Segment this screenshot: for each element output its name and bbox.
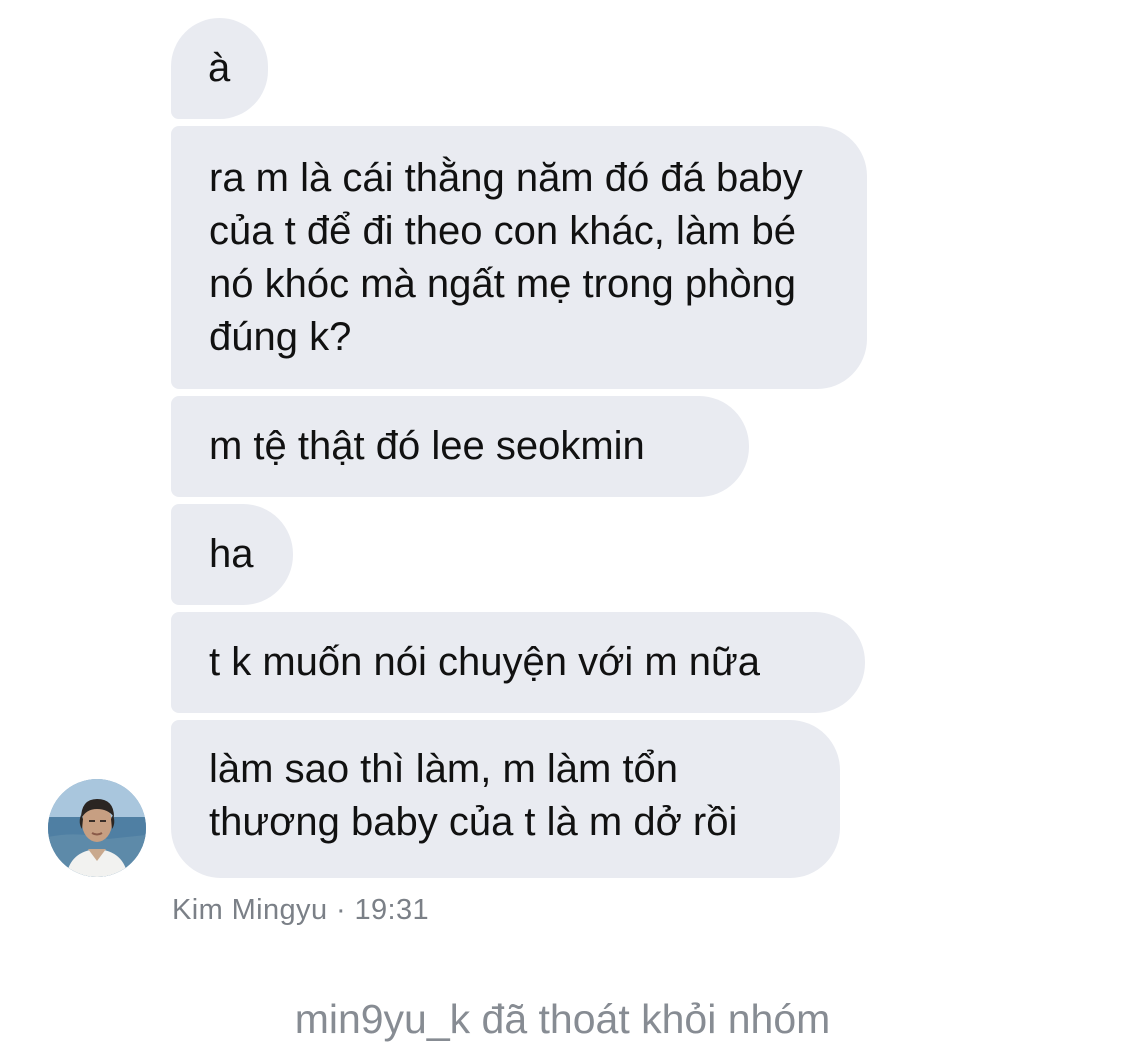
- message-text: t k muốn nói chuyện với m nữa: [209, 640, 761, 684]
- message-bubble[interactable]: à: [171, 18, 268, 119]
- profile-photo-icon: [48, 779, 146, 877]
- message-bubble[interactable]: làm sao thì làm, m làm tổn thương baby c…: [171, 720, 840, 878]
- message-bubble[interactable]: m tệ thật đó lee seokmin: [171, 396, 749, 497]
- message-bubble[interactable]: t k muốn nói chuyện với m nữa: [171, 612, 865, 713]
- message-bubble[interactable]: ra m là cái thằng năm đó đá baby của t đ…: [171, 126, 867, 389]
- group-left-notice: min9yu_k đã thoát khỏi nhóm: [294, 996, 831, 1042]
- sender-avatar[interactable]: [48, 779, 146, 877]
- message-text: ra m là cái thằng năm đó đá baby của t đ…: [209, 156, 803, 359]
- message-text: làm sao thì làm, m làm tổn thương baby c…: [209, 747, 738, 844]
- message-text: m tệ thật đó lee seokmin: [209, 424, 645, 468]
- sender-name-time: Kim Mingyu · 19:31: [172, 894, 430, 926]
- message-text: à: [208, 46, 231, 90]
- message-bubble[interactable]: ha: [171, 504, 293, 605]
- message-text: ha: [209, 532, 254, 576]
